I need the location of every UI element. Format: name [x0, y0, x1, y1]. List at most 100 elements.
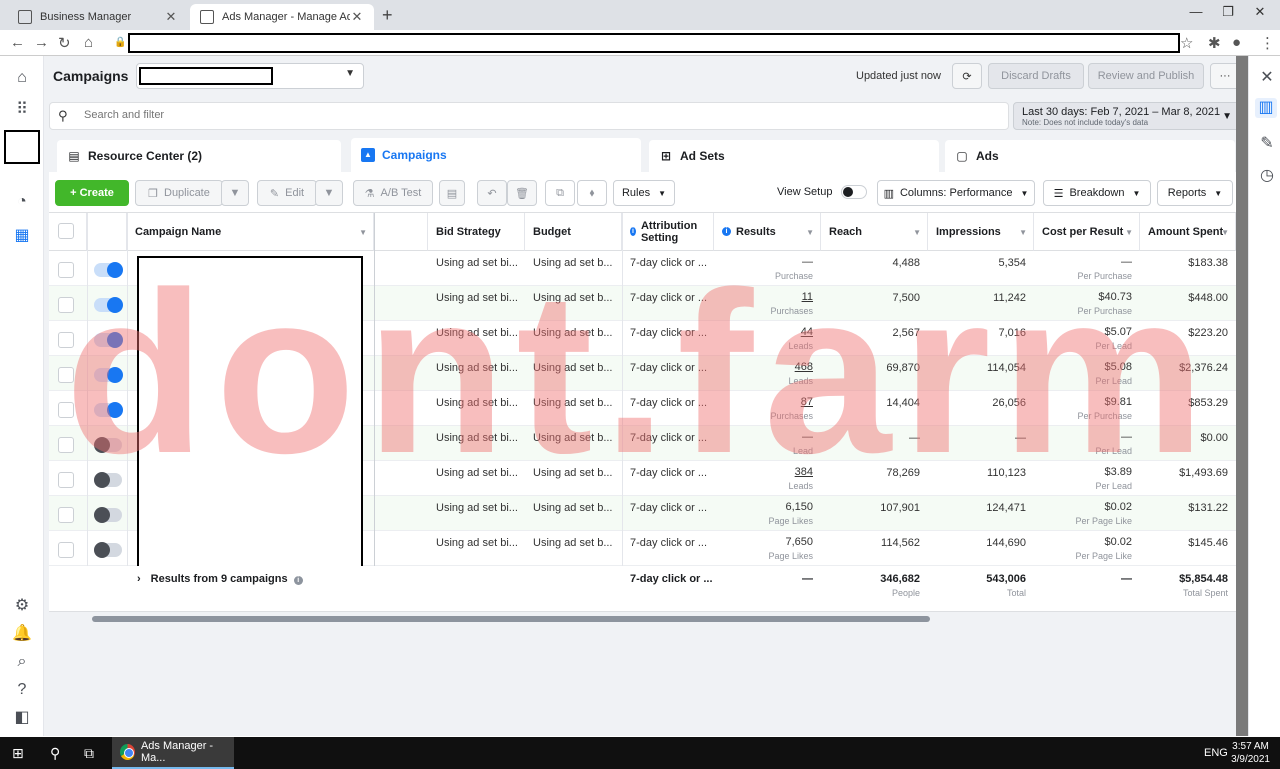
discard-drafts-button[interactable]: Discard Drafts	[988, 63, 1084, 89]
campaign-status-toggle[interactable]	[94, 472, 122, 488]
review-publish-button[interactable]: Review and Publish	[1088, 63, 1204, 89]
column-results[interactable]: i Results ▼	[714, 213, 821, 251]
search-filter-bar[interactable]: ⚲	[49, 102, 1009, 130]
campaign-status-toggle[interactable]	[94, 262, 123, 278]
close-tab-icon[interactable]: ✕	[164, 9, 178, 25]
minimize-button[interactable]: —	[1186, 4, 1206, 19]
ad-account-dropdown[interactable]: ▼	[136, 63, 364, 89]
column-amount-spent[interactable]: Amount Spent ▼	[1140, 213, 1236, 251]
rules-button[interactable]: Rules ▼	[613, 180, 675, 206]
restore-button[interactable]: ❐	[1218, 4, 1238, 20]
column-bid-strategy[interactable]: Bid Strategy	[428, 213, 525, 251]
clipboard-button[interactable]: ▤	[439, 180, 465, 206]
row-checkbox[interactable]	[58, 297, 74, 313]
bar-chart-icon[interactable]: ▥	[1255, 98, 1277, 118]
campaign-status-toggle[interactable]	[94, 437, 122, 453]
results-cell[interactable]: 468 Leads	[714, 356, 821, 391]
row-checkbox[interactable]	[58, 437, 74, 453]
apps-grid-icon[interactable]: ⠿	[12, 100, 32, 120]
tab-resource-center[interactable]: ▤ Resource Center (2)	[57, 140, 341, 172]
row-checkbox[interactable]	[58, 472, 74, 488]
delete-button[interactable]: 🗑	[507, 180, 537, 206]
reports-button[interactable]: Reports ▼	[1157, 180, 1233, 206]
edit-button[interactable]: ✎ Edit	[257, 180, 317, 206]
settings-gear-icon[interactable]: ⚙	[12, 596, 32, 616]
create-button[interactable]: + Create	[55, 180, 129, 206]
campaign-status-toggle[interactable]	[94, 367, 123, 383]
view-setup-toggle[interactable]	[841, 185, 867, 199]
ads-manager-table-icon[interactable]: ▦	[12, 226, 32, 246]
results-cell[interactable]: 384 Leads	[714, 461, 821, 496]
row-checkbox[interactable]	[58, 262, 74, 278]
column-budget[interactable]: Budget	[525, 213, 622, 251]
results-cell[interactable]: 87 Purchases	[714, 391, 821, 426]
undo-button[interactable]: ↶	[477, 180, 507, 206]
close-tab-icon[interactable]: ✕	[350, 9, 364, 25]
duplicate-button[interactable]: ❐ Duplicate	[135, 180, 223, 206]
home-icon[interactable]: ⌂	[12, 68, 32, 88]
language-indicator[interactable]: ENG	[1204, 747, 1228, 759]
tab-ad-sets[interactable]: ⊞ Ad Sets	[649, 140, 939, 172]
results-cell[interactable]: 44 Leads	[714, 321, 821, 356]
search-icon[interactable]: ⌕	[12, 652, 32, 672]
columns-button[interactable]: ▥ Columns: Performance ▼	[877, 180, 1035, 206]
tab-ads[interactable]: ▢ Ads	[945, 140, 1235, 172]
browser-menu-icon[interactable]: ⋮	[1260, 34, 1275, 52]
system-clock[interactable]: 3:57 AM 3/9/2021	[1231, 740, 1270, 766]
search-icon[interactable]: ⚲	[50, 745, 60, 762]
results-cell[interactable]: — Purchase	[714, 251, 821, 286]
results-cell[interactable]: 11 Purchases	[714, 286, 821, 321]
taskbar-chrome-app[interactable]: Ads Manager - Ma...	[112, 737, 234, 769]
bookmark-star-icon[interactable]: ☆	[1180, 34, 1193, 52]
column-attribution-setting[interactable]: i Attribution Setting	[622, 213, 714, 251]
forward-icon[interactable]: →	[34, 34, 49, 51]
browser-tab-business-manager[interactable]: Business Manager ✕	[8, 4, 188, 30]
horizontal-scrollbar[interactable]	[92, 616, 930, 622]
tag-button[interactable]: ⬧	[577, 180, 607, 206]
breakdown-button[interactable]: ☰ Breakdown ▼	[1043, 180, 1151, 206]
row-checkbox[interactable]	[58, 542, 74, 558]
preview-button[interactable]: ⧉	[545, 180, 575, 206]
row-checkbox[interactable]	[58, 332, 74, 348]
address-bar-redacted[interactable]	[128, 33, 1180, 53]
row-checkbox[interactable]	[58, 402, 74, 418]
column-campaign-name[interactable]: Campaign Name ▼	[127, 213, 374, 251]
totals-label-cell[interactable]: › Results from 9 campaigns i	[129, 566, 374, 612]
search-input[interactable]	[84, 109, 684, 121]
browser-tab-ads-manager[interactable]: Ads Manager - Manage Ads - Ca ✕	[190, 4, 374, 30]
duplicate-dropdown[interactable]: ▼	[221, 180, 249, 206]
row-checkbox[interactable]	[58, 507, 74, 523]
history-clock-icon[interactable]: ◷	[1257, 166, 1277, 186]
tab-campaigns[interactable]: ▲ Campaigns	[351, 138, 641, 172]
results-cell[interactable]: — Lead	[714, 426, 821, 461]
report-bug-icon[interactable]: ◧	[12, 708, 32, 728]
refresh-button[interactable]: ⟳	[952, 63, 982, 89]
campaign-status-toggle[interactable]	[94, 542, 122, 558]
profile-avatar-icon[interactable]: ●	[1232, 34, 1241, 51]
close-icon[interactable]: ✕	[1257, 68, 1277, 88]
date-range-picker[interactable]: Last 30 days: Feb 7, 2021 – Mar 8, 2021 …	[1013, 102, 1241, 130]
dashboard-gauge-icon[interactable]: ◔	[12, 192, 32, 212]
campaign-status-toggle[interactable]	[94, 507, 122, 523]
column-impressions[interactable]: Impressions ▼	[928, 213, 1034, 251]
campaign-status-toggle[interactable]	[94, 332, 123, 348]
column-reach[interactable]: Reach ▼	[821, 213, 928, 251]
windows-start-icon[interactable]: ⊞	[12, 745, 24, 762]
notifications-bell-icon[interactable]: 🔔	[12, 624, 32, 644]
account-avatar-redacted[interactable]	[4, 130, 40, 164]
extensions-icon[interactable]: ✱	[1208, 34, 1221, 52]
campaign-status-toggle[interactable]	[94, 402, 123, 418]
select-all-checkbox[interactable]	[58, 223, 74, 239]
campaign-status-toggle[interactable]	[94, 297, 123, 313]
task-view-icon[interactable]: ⧉	[84, 745, 94, 762]
results-cell[interactable]: 7,650 Page Likes	[714, 531, 821, 566]
ab-test-button[interactable]: ⚗ A/B Test	[353, 180, 433, 206]
row-checkbox[interactable]	[58, 367, 74, 383]
back-icon[interactable]: ←	[10, 34, 25, 51]
column-cost-per-result[interactable]: Cost per Result ▼	[1034, 213, 1140, 251]
window-close-button[interactable]: ✕	[1250, 4, 1270, 20]
reload-icon[interactable]: ↻	[58, 34, 71, 52]
new-tab-button[interactable]: +	[382, 5, 393, 26]
help-icon[interactable]: ?	[12, 680, 32, 700]
home-icon[interactable]: ⌂	[84, 34, 93, 51]
